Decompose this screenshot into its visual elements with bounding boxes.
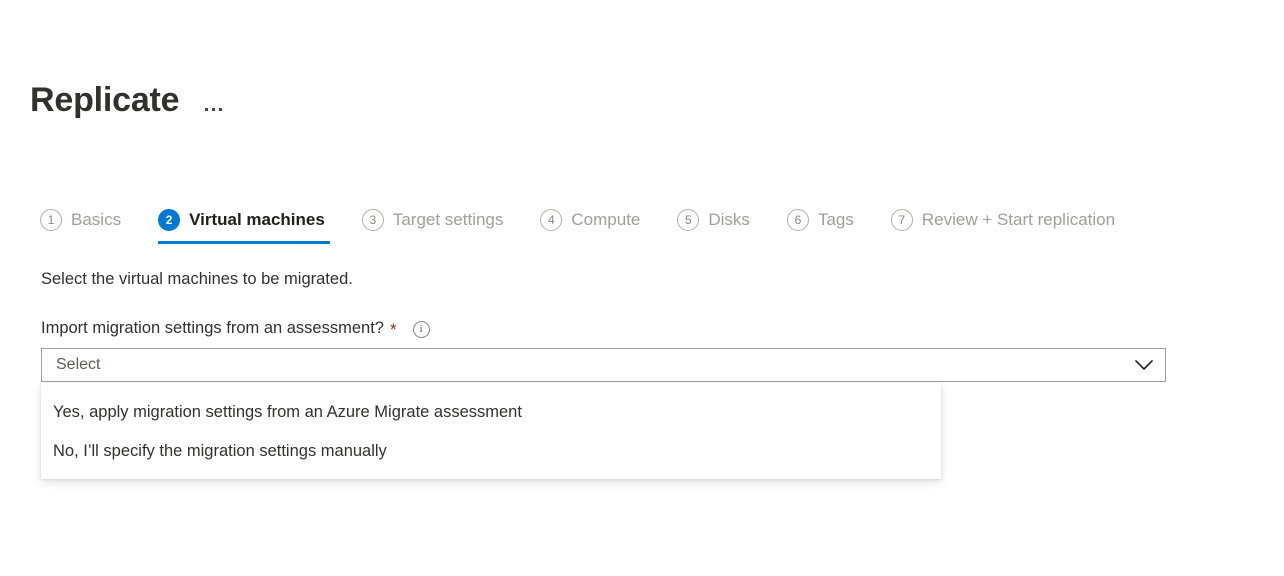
step-number-badge: 7 <box>891 209 913 231</box>
tab-target-settings[interactable]: 3 Target settings <box>362 202 517 238</box>
step-number-badge: 1 <box>40 209 62 231</box>
ellipsis-dot <box>212 108 215 111</box>
step-number-badge: 2 <box>158 209 180 231</box>
chevron-down-icon[interactable] <box>1123 349 1165 381</box>
field-label-row: Import migration settings from an assess… <box>41 317 430 339</box>
step-number-badge: 4 <box>540 209 562 231</box>
section-description: Select the virtual machines to be migrat… <box>41 268 353 290</box>
dropdown-selected-value: Select <box>42 355 1123 375</box>
tab-label: Virtual machines <box>189 209 325 231</box>
step-number-badge: 5 <box>677 209 699 231</box>
tab-disks[interactable]: 5 Disks <box>677 202 763 238</box>
tab-tags[interactable]: 6 Tags <box>787 202 867 238</box>
wizard-tab-list: 1 Basics 2 Virtual machines 3 Target set… <box>40 202 1128 242</box>
page-header: Replicate <box>30 80 226 120</box>
tab-label: Target settings <box>393 209 504 231</box>
dropdown-options-panel: Yes, apply migration settings from an Az… <box>41 383 941 479</box>
tab-virtual-machines[interactable]: 2 Virtual machines <box>158 202 338 238</box>
more-commands-ellipsis-icon[interactable] <box>201 87 226 113</box>
field-label: Import migration settings from an assess… <box>41 317 384 339</box>
required-asterisk: * <box>390 322 397 338</box>
tab-label: Compute <box>571 209 640 231</box>
ellipsis-dot <box>205 108 208 111</box>
tab-compute[interactable]: 4 Compute <box>540 202 653 238</box>
tab-label: Basics <box>71 209 121 231</box>
import-assessment-dropdown[interactable]: Select <box>41 348 1166 382</box>
ellipsis-dot <box>219 108 222 111</box>
tab-basics[interactable]: 1 Basics <box>40 202 134 238</box>
replicate-wizard-page: Replicate 1 Basics 2 Virtual machines 3 … <box>0 0 1284 576</box>
step-number-badge: 3 <box>362 209 384 231</box>
dropdown-option-yes-apply-assessment[interactable]: Yes, apply migration settings from an Az… <box>41 392 941 431</box>
tab-label: Review + Start replication <box>922 209 1115 231</box>
tab-label: Disks <box>708 209 750 231</box>
tab-label: Tags <box>818 209 854 231</box>
tab-review-start-replication[interactable]: 7 Review + Start replication <box>891 202 1128 238</box>
dropdown-option-no-specify-manually[interactable]: No, I’ll specify the migration settings … <box>41 431 941 470</box>
page-title: Replicate <box>30 80 179 120</box>
step-number-badge: 6 <box>787 209 809 231</box>
info-icon[interactable]: i <box>413 321 430 338</box>
